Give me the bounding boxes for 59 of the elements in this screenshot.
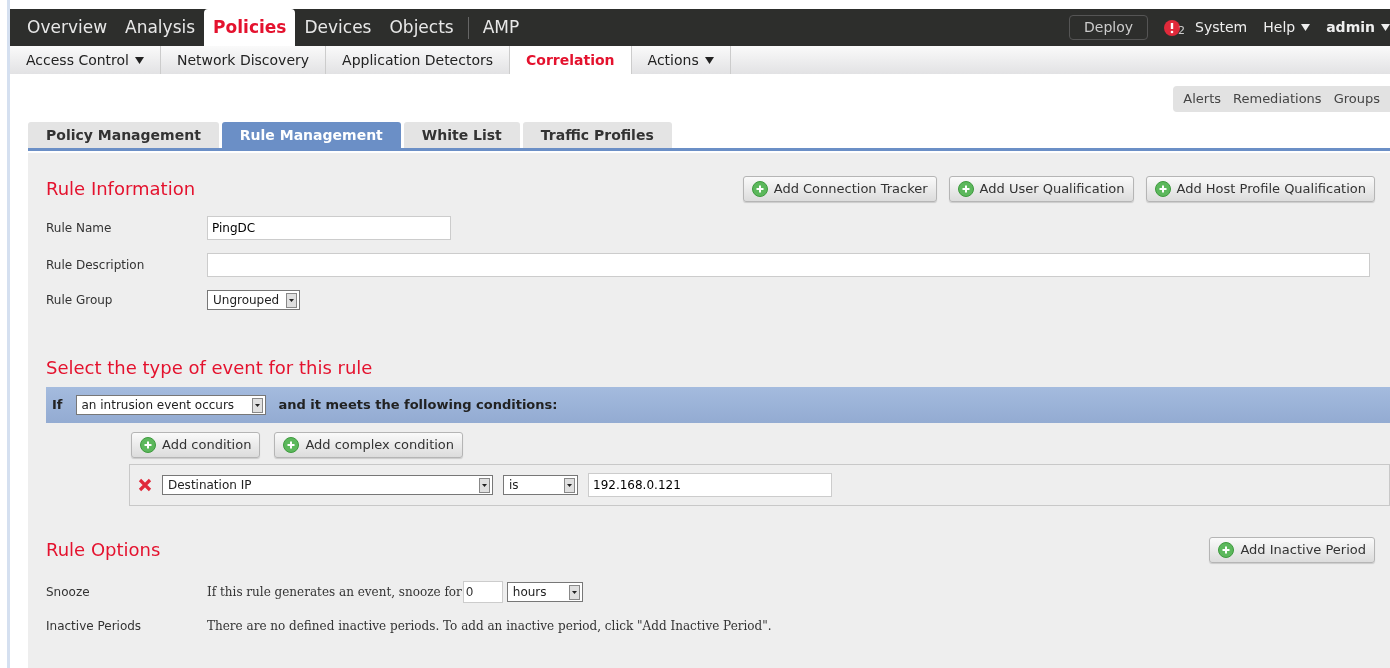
snooze-text: If this rule generates an event, snooze for [207, 584, 462, 601]
text-field[interactable]: PingDC [207, 216, 451, 240]
add-button[interactable]: Add Inactive Period [1209, 536, 1375, 563]
operator-select[interactable]: is [503, 475, 578, 495]
add-button[interactable]: Add Connection Tracker [742, 175, 937, 202]
add-icon [283, 437, 300, 453]
field-label: Rule Group [46, 292, 114, 309]
section-title: Rule Information [46, 177, 196, 201]
add-icon [1154, 180, 1171, 197]
nav-tab[interactable]: Analysis [116, 9, 205, 46]
caret-icon [135, 56, 144, 64]
add-icon [957, 180, 974, 197]
caret-icon [1381, 24, 1390, 31]
sub-nav-tab[interactable]: Correlation [510, 46, 632, 74]
add-icon [1218, 541, 1235, 558]
nav-tab[interactable]: AMP [473, 9, 529, 46]
quick-link[interactable]: Groups [1333, 89, 1380, 109]
caret-icon [704, 56, 714, 64]
sub-nav-tab[interactable]: Access Control [10, 46, 161, 74]
sub-nav-tab[interactable]: Actions [631, 46, 731, 74]
caret-icon [1301, 24, 1311, 31]
quick-link[interactable]: Alerts [1183, 89, 1221, 109]
field-select[interactable]: Destination IP [162, 475, 493, 495]
condition-text: and it meets the following conditions: [278, 396, 558, 415]
add-button[interactable]: Add Host Profile Qualification [1145, 175, 1375, 202]
nav-tab[interactable]: Policies [204, 9, 296, 46]
section-title: Rule Options [46, 538, 161, 562]
event-type-select[interactable]: an intrusion event occurs [75, 395, 266, 415]
nav-tab[interactable]: Devices [295, 9, 381, 46]
deploy-button[interactable]: Deploy [1069, 15, 1149, 40]
value-field[interactable]: 192.168.0.121 [588, 473, 832, 497]
info-text: There are no defined inactive periods. To add an inactive period, click "Add Inactive Period". [207, 618, 772, 635]
tab[interactable]: Policy Management [28, 122, 219, 148]
system-menu[interactable]: System [1195, 17, 1248, 38]
nav-tab[interactable]: Overview [18, 9, 117, 46]
unit-select[interactable]: hours [506, 582, 583, 602]
section-title: Select the type of event for this rule [46, 356, 374, 380]
add-button[interactable]: Add condition [131, 432, 261, 458]
sub-nav-tab[interactable]: Network Discovery [161, 46, 327, 74]
add-icon [751, 180, 768, 197]
group-select[interactable]: Ungrouped [207, 290, 300, 310]
tab[interactable]: White List [403, 122, 520, 148]
nav-tab[interactable]: Objects [380, 9, 463, 46]
quick-link[interactable]: Remediations [1233, 89, 1322, 109]
help-menu[interactable]: Help [1263, 17, 1311, 38]
field-label: Rule Description [46, 257, 146, 274]
user-menu[interactable]: admin [1326, 17, 1390, 38]
delete-icon[interactable] [138, 478, 152, 492]
field-label: Rule Name [46, 220, 113, 237]
tab[interactable]: Traffic Profiles [522, 122, 672, 148]
snooze-field[interactable]: 0 [462, 581, 503, 603]
add-button[interactable]: Add complex condition [274, 432, 464, 458]
add-icon [140, 437, 156, 453]
text-field[interactable] [207, 253, 1370, 277]
field-label: Inactive Periods [46, 618, 143, 635]
if-label: If [52, 396, 63, 415]
alert-count: 2 [1178, 23, 1186, 39]
add-button[interactable]: Add User Qualification [948, 175, 1134, 202]
field-label: Snooze [46, 584, 91, 601]
